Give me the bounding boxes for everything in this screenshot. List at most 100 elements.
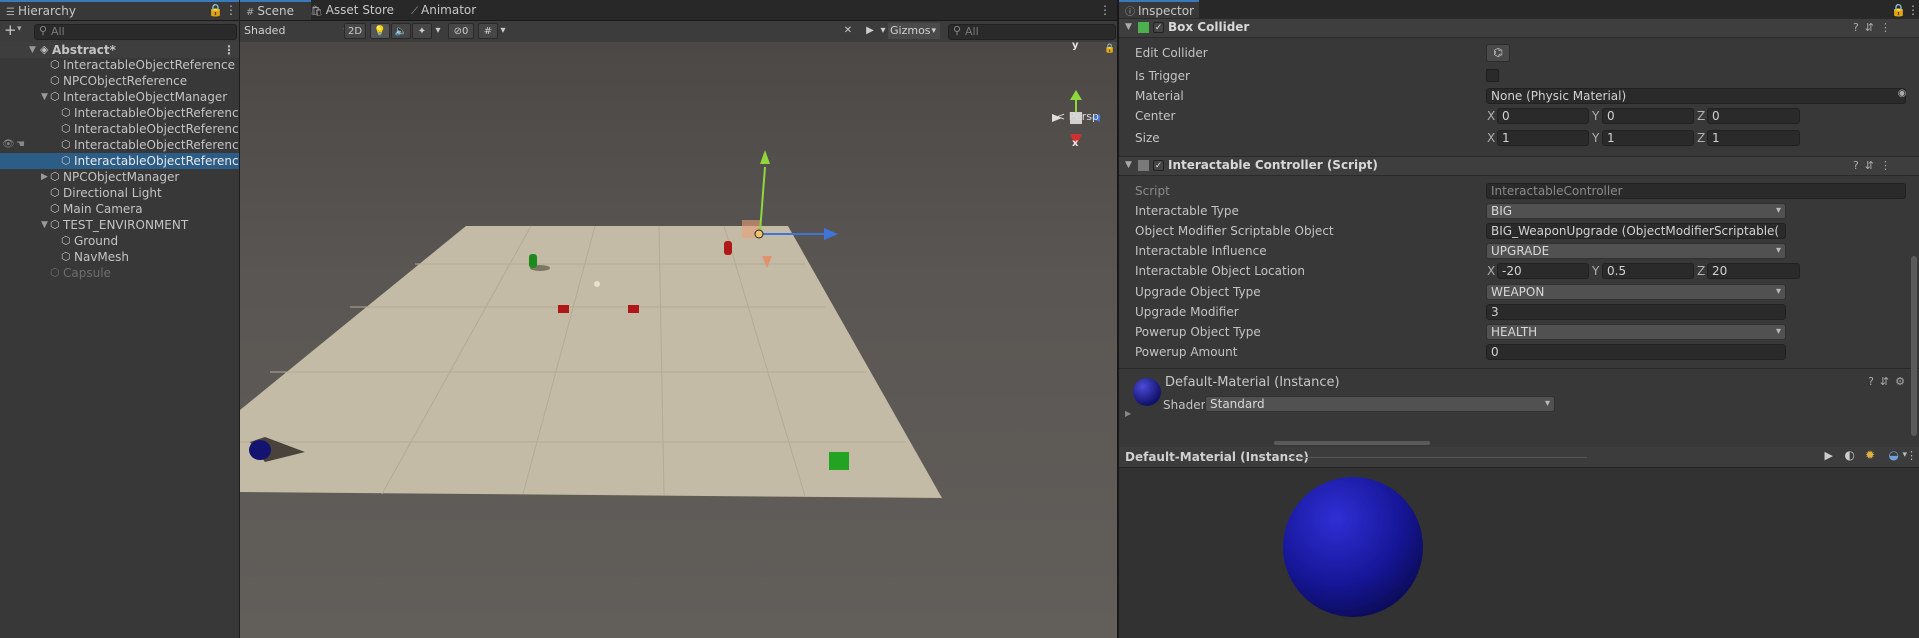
tab-hierarchy[interactable]: ☰ Hierarchy xyxy=(0,0,239,20)
kebab-menu-icon[interactable]: ⋮ xyxy=(1907,3,1919,17)
play-icon[interactable]: ▶ xyxy=(1825,449,1833,462)
hierarchy-item[interactable]: ▼ ⬡ InteractableObjectManager xyxy=(0,89,239,105)
upgrade-modifier-field[interactable]: 3 xyxy=(1486,304,1786,320)
horizontal-scrollbar[interactable] xyxy=(1274,441,1430,445)
upgrade-type-row: Upgrade Object Type WEAPON xyxy=(1119,283,1919,301)
location-y-field[interactable]: 0.5 xyxy=(1602,263,1694,279)
y-axis-handle[interactable] xyxy=(759,166,766,233)
interactable-controller-header[interactable]: ▼ ✓ Interactable Controller (Script) ?⇵⋮ xyxy=(1119,156,1919,176)
scene-root-row[interactable]: ▼ ◈ Abstract* ⋮ xyxy=(0,42,239,58)
y-axis-arrow[interactable] xyxy=(760,150,770,164)
pickable-hand-icon[interactable]: ☚ xyxy=(16,137,25,153)
audio-toggle-icon[interactable]: 🔈 xyxy=(391,23,411,39)
hierarchy-item[interactable]: ⬡ Ground xyxy=(0,233,239,249)
grid-toggle-icon[interactable]: # xyxy=(478,23,498,39)
hierarchy-item[interactable]: ⬡ InteractableObjectReference(Clone) xyxy=(0,121,239,137)
shading-mode-dropdown[interactable]: Shaded ▾ xyxy=(244,23,352,39)
kebab-menu-icon[interactable]: ⋮ xyxy=(1099,3,1111,17)
effects-toggle-icon[interactable]: ✦ xyxy=(412,23,432,39)
scene-viewport[interactable]: y x 🔒 < Persp xyxy=(240,42,1117,638)
powerup-amount-field[interactable]: 0 xyxy=(1486,344,1786,360)
modifier-object-field[interactable]: BIG_WeaponUpgrade (ObjectModifierScripta… xyxy=(1486,223,1786,239)
expand-arrow-icon[interactable]: ▼ xyxy=(41,217,48,233)
center-z-field[interactable]: 0 xyxy=(1707,108,1800,124)
hierarchy-item-disabled[interactable]: ⬡ Capsule xyxy=(0,265,239,281)
hierarchy-item[interactable]: ⬡ Directional Light xyxy=(0,185,239,201)
gameobject-cube-icon: ⬡ xyxy=(61,234,71,247)
tab-animator[interactable]: ⟋ Animator xyxy=(405,0,484,20)
size-x-field[interactable]: 1 xyxy=(1497,130,1589,146)
material-field[interactable]: None (Physic Material) xyxy=(1486,88,1906,104)
box-collider-header[interactable]: ▼ ✓ Box Collider ?⇵⋮ xyxy=(1119,18,1919,38)
persp-label[interactable]: < Persp xyxy=(1056,110,1099,123)
lock-icon[interactable]: 🔒 xyxy=(208,3,223,17)
gameobject-cube-icon: ⬡ xyxy=(50,266,60,279)
inspector-scrollbar[interactable] xyxy=(1911,256,1917,436)
fold-arrow-icon[interactable]: ▶ xyxy=(1125,409,1131,418)
component-tools-icons[interactable]: ?⇵⋮ xyxy=(1853,159,1897,172)
hierarchy-item[interactable]: ▼ ⬡ TEST_ENVIRONMENT xyxy=(0,217,239,233)
visibility-eye-icon[interactable]: 👁 xyxy=(2,137,15,153)
center-y-field[interactable]: 0 xyxy=(1602,108,1694,124)
kebab-menu-icon[interactable]: ⋮ xyxy=(225,3,237,17)
material-preview: Default-Material (Instance) ▶ ◐ ✹ ◒ ▾ ⋮ xyxy=(1119,447,1919,638)
size-z-field[interactable]: 1 xyxy=(1707,130,1800,146)
effects-dropdown-icon[interactable]: ▾ xyxy=(433,23,443,39)
shader-dropdown[interactable]: Standard xyxy=(1205,396,1555,412)
pivot-handle[interactable] xyxy=(754,229,764,239)
toggle-2d-button[interactable]: 2D xyxy=(344,23,366,39)
powerup-amount-row: Powerup Amount 0 xyxy=(1119,343,1919,361)
kebab-menu-icon[interactable]: ⋮ xyxy=(1906,449,1917,462)
is-trigger-checkbox[interactable] xyxy=(1486,69,1499,82)
preview-shape-icon[interactable]: ◐ xyxy=(1845,448,1855,462)
location-z-field[interactable]: 20 xyxy=(1707,263,1800,279)
hierarchy-item[interactable]: 👁 ☚ ⬡ InteractableObjectReference(Clone) xyxy=(0,137,239,153)
hierarchy-item[interactable]: ⬡ InteractableObjectReference xyxy=(0,57,239,73)
expand-arrow-icon[interactable]: ▼ xyxy=(29,42,36,58)
lock-icon[interactable]: 🔒 xyxy=(1891,3,1906,17)
collapsed-arrow-icon[interactable]: ▶ xyxy=(41,169,48,185)
component-enabled-checkbox[interactable]: ✓ xyxy=(1153,22,1164,33)
component-tools-icons[interactable]: ?⇵⚙ xyxy=(1868,375,1911,388)
z-axis-arrow[interactable] xyxy=(824,228,838,240)
camera-icon[interactable]: ▶ xyxy=(860,23,880,39)
object-picker-icon[interactable]: ◉ xyxy=(1895,88,1909,99)
add-dropdown-caret-icon[interactable]: ▾ xyxy=(17,24,22,34)
hierarchy-item[interactable]: ⬡ NPCObjectReference xyxy=(0,73,239,89)
hierarchy-item-selected[interactable]: ⬡ InteractableObjectReference(Clone) xyxy=(0,153,239,169)
fold-arrow-icon[interactable]: ▼ xyxy=(1125,22,1132,32)
tab-scene[interactable]: # Scene xyxy=(240,0,311,20)
location-x-field[interactable]: -20 xyxy=(1497,263,1589,279)
fold-arrow-icon[interactable]: ▼ xyxy=(1125,160,1132,170)
tab-asset-store[interactable]: 🛍 Asset Store xyxy=(304,0,402,20)
interactable-type-dropdown[interactable]: BIG xyxy=(1486,203,1786,219)
tab-inspector[interactable]: ⓘ Inspector xyxy=(1119,0,1199,20)
lock-icon[interactable]: 🔒 xyxy=(1104,44,1115,54)
powerup-type-dropdown[interactable]: HEALTH xyxy=(1486,324,1786,340)
scene-menu-icon[interactable]: ⋮ xyxy=(223,42,235,58)
lighting-toggle-icon[interactable]: 💡 xyxy=(370,23,390,39)
size-y-field[interactable]: 1 xyxy=(1602,130,1694,146)
upgrade-type-dropdown[interactable]: WEAPON xyxy=(1486,284,1786,300)
hierarchy-item[interactable]: ▶ ⬡ NPCObjectManager xyxy=(0,169,239,185)
scene-search-input[interactable]: All xyxy=(948,24,1116,40)
hidden-objects-toggle[interactable]: ⊘0 xyxy=(448,23,474,39)
preview-light-icon[interactable]: ✹ xyxy=(1865,448,1875,462)
gameobject-cube-icon: ⬡ xyxy=(61,154,71,167)
tools-icon[interactable]: ✕ xyxy=(838,23,858,39)
hierarchy-item[interactable]: ⬡ NavMesh xyxy=(0,249,239,265)
hierarchy-item[interactable]: ⬡ Main Camera xyxy=(0,201,239,217)
center-x-field[interactable]: 0 xyxy=(1497,108,1589,124)
add-button[interactable]: + xyxy=(4,21,17,39)
hierarchy-search-input[interactable]: All xyxy=(34,24,237,40)
expand-arrow-icon[interactable]: ▼ xyxy=(41,89,48,105)
influence-dropdown[interactable]: UPGRADE xyxy=(1486,243,1786,259)
hierarchy-item[interactable]: ⬡ InteractableObjectReference(Clone) xyxy=(0,105,239,121)
edit-collider-button[interactable]: ⌬ xyxy=(1486,44,1510,62)
gizmos-dropdown[interactable]: Gizmos ▾ xyxy=(888,23,940,39)
grid-dropdown-icon[interactable]: ▾ xyxy=(498,23,508,39)
camera-dropdown-icon[interactable]: ▾ xyxy=(878,23,888,39)
component-tools-icons[interactable]: ?⇵⋮ xyxy=(1853,21,1897,34)
preview-background-icon[interactable]: ◒ xyxy=(1889,448,1899,462)
component-enabled-checkbox[interactable]: ✓ xyxy=(1153,160,1164,171)
